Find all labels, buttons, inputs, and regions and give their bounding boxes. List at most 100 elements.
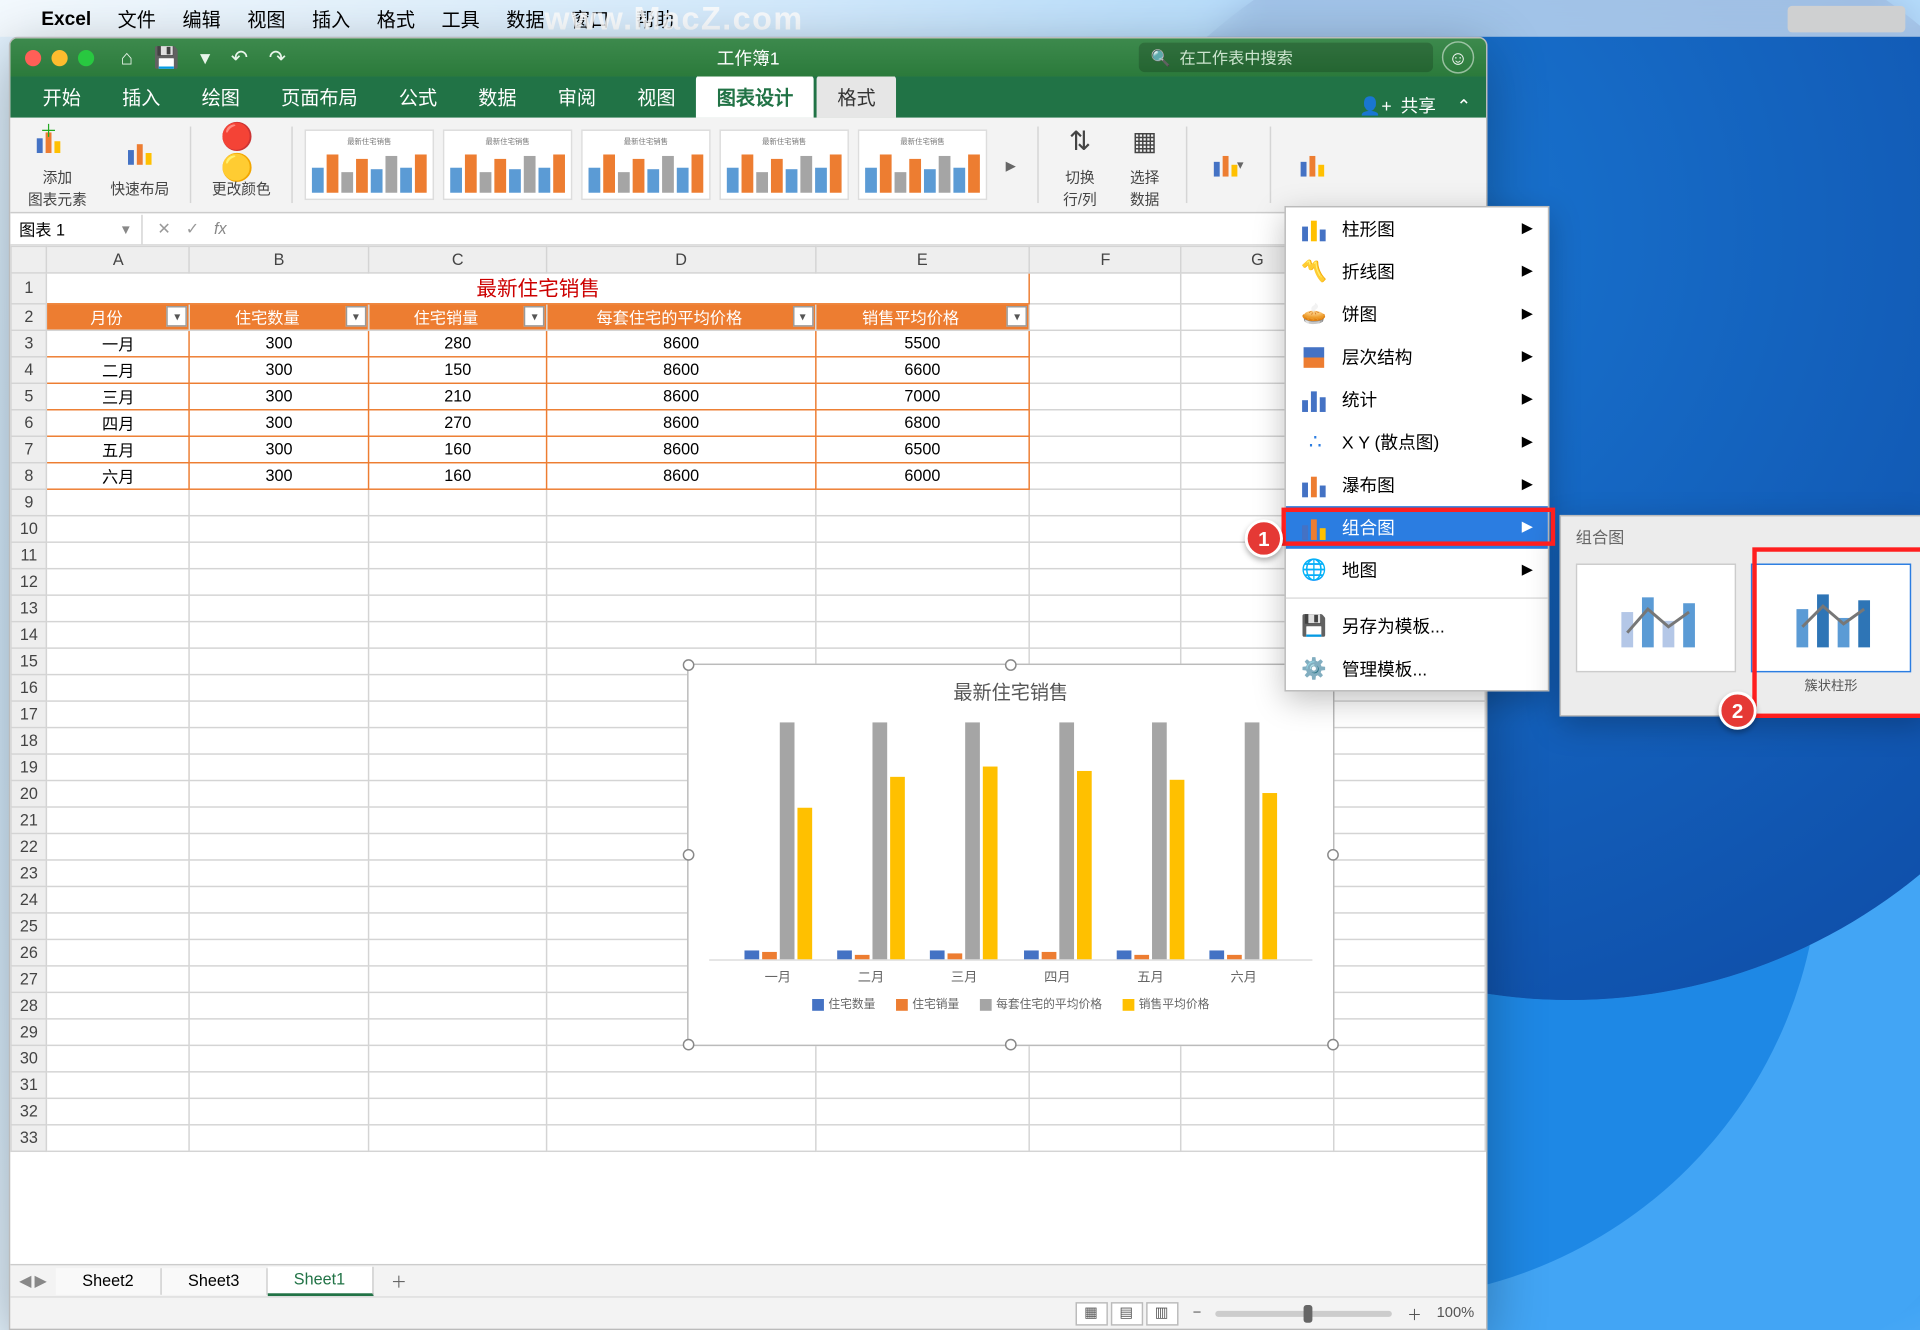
row-header[interactable]: 20 xyxy=(11,781,47,807)
table-cell[interactable]: 五月 xyxy=(47,436,190,462)
row-header[interactable]: 12 xyxy=(11,569,47,595)
chart-bar[interactable] xyxy=(779,722,794,960)
empty-cell[interactable] xyxy=(47,1019,190,1045)
table-cell[interactable]: 160 xyxy=(368,436,547,462)
empty-cell[interactable] xyxy=(190,1072,369,1098)
manage-templates-item[interactable]: ⚙️管理模板... xyxy=(1286,647,1548,690)
tab-insert[interactable]: 插入 xyxy=(102,75,181,118)
table-cell[interactable]: 300 xyxy=(190,436,369,462)
empty-cell[interactable] xyxy=(47,860,190,886)
empty-cell[interactable] xyxy=(547,1072,815,1098)
chart-category-group[interactable]: 二月 xyxy=(832,711,910,960)
empty-cell[interactable] xyxy=(47,939,190,965)
empty-cell[interactable] xyxy=(190,1019,369,1045)
chart-bar[interactable] xyxy=(744,951,759,959)
table-cell[interactable]: 8600 xyxy=(547,436,815,462)
row-header[interactable]: 14 xyxy=(11,622,47,648)
search-field[interactable]: 🔍 在工作表中搜索 xyxy=(1139,43,1433,72)
empty-cell[interactable] xyxy=(1181,1098,1333,1124)
menu-tools[interactable]: 工具 xyxy=(441,4,479,32)
row-header[interactable]: 2 xyxy=(11,304,47,330)
empty-cell[interactable] xyxy=(47,807,190,833)
empty-cell[interactable] xyxy=(47,1072,190,1098)
chart-type-item[interactable]: 〽️ 折线图 ▶ xyxy=(1286,250,1548,293)
empty-cell[interactable] xyxy=(190,939,369,965)
add-sheet-button[interactable]: ＋ xyxy=(373,1265,424,1297)
empty-cell[interactable] xyxy=(1333,781,1485,807)
add-chart-element-button[interactable]: ＋ 添加 图表元素 xyxy=(19,118,96,212)
empty-cell[interactable] xyxy=(368,992,547,1018)
tab-format[interactable]: 格式 xyxy=(817,75,896,118)
zoom-value[interactable]: 100% xyxy=(1437,1305,1475,1321)
table-cell[interactable]: 6000 xyxy=(815,463,1029,489)
filter-icon[interactable]: ▾ xyxy=(346,306,367,327)
menu-file[interactable]: 文件 xyxy=(118,4,156,32)
embedded-chart[interactable]: 最新住宅销售 一月二月三月四月五月六月 住宅数量 住宅销量 每套住宅的平均价格 … xyxy=(687,664,1334,1047)
empty-cell[interactable] xyxy=(190,701,369,727)
empty-cell[interactable] xyxy=(190,622,369,648)
empty-cell[interactable] xyxy=(190,1098,369,1124)
select-data-button[interactable]: ▦ 选择 数据 xyxy=(1115,118,1174,212)
empty-cell[interactable] xyxy=(47,754,190,780)
chart-type-item[interactable]: 柱形图 ▶ xyxy=(1286,207,1548,250)
chart-bar[interactable] xyxy=(797,807,812,959)
table-cell[interactable]: 8600 xyxy=(547,357,815,383)
menu-edit[interactable]: 编辑 xyxy=(182,4,220,32)
empty-cell[interactable] xyxy=(190,1045,369,1071)
table-header-cell[interactable]: 销售平均价格▾ xyxy=(815,304,1029,330)
empty-cell[interactable] xyxy=(1333,966,1485,992)
empty-cell[interactable] xyxy=(190,675,369,701)
empty-cell[interactable] xyxy=(547,1125,815,1151)
empty-cell[interactable] xyxy=(1030,1125,1182,1151)
empty-cell[interactable] xyxy=(368,860,547,886)
empty-cell[interactable] xyxy=(1333,833,1485,859)
empty-cell[interactable] xyxy=(815,622,1029,648)
change-colors-button[interactable]: 🔴🟡 更改颜色 xyxy=(203,129,280,201)
table-cell[interactable]: 一月 xyxy=(47,330,190,356)
legend-item[interactable]: 销售平均价格 xyxy=(1123,996,1210,1012)
empty-cell[interactable] xyxy=(47,489,190,515)
table-cell[interactable]: 二月 xyxy=(47,357,190,383)
empty-cell[interactable] xyxy=(815,569,1029,595)
chart-style-1[interactable]: 最新住宅销售 xyxy=(305,129,434,200)
empty-cell[interactable] xyxy=(1333,939,1485,965)
chart-style-2[interactable]: 最新住宅销售 xyxy=(443,129,572,200)
empty-cell[interactable] xyxy=(368,1125,547,1151)
empty-cell[interactable] xyxy=(547,569,815,595)
chart-bar[interactable] xyxy=(872,722,887,960)
empty-cell[interactable] xyxy=(547,1045,815,1071)
empty-cell[interactable] xyxy=(47,675,190,701)
worksheet-grid[interactable]: ABCDEFGH1最新住宅销售2月份▾住宅数量▾住宅销量▾每套住宅的平均价格▾销… xyxy=(10,246,1486,1264)
row-header[interactable]: 15 xyxy=(11,648,47,674)
change-chart-type-button[interactable]: ▾ xyxy=(1199,141,1258,188)
empty-cell[interactable] xyxy=(190,754,369,780)
tab-view[interactable]: 视图 xyxy=(617,75,696,118)
chart-bar[interactable] xyxy=(762,952,777,960)
chart-plot-area[interactable]: 一月二月三月四月五月六月 xyxy=(709,711,1312,961)
row-header[interactable]: 33 xyxy=(11,1125,47,1151)
empty-cell[interactable] xyxy=(547,595,815,621)
table-cell[interactable]: 三月 xyxy=(47,383,190,409)
empty-cell[interactable] xyxy=(368,939,547,965)
empty-cell[interactable] xyxy=(190,516,369,542)
empty-cell[interactable] xyxy=(815,1125,1029,1151)
save-icon[interactable]: 💾 xyxy=(154,45,180,70)
empty-cell[interactable] xyxy=(47,1098,190,1124)
resize-handle[interactable] xyxy=(1327,849,1339,861)
empty-cell[interactable] xyxy=(1333,1125,1485,1151)
table-cell[interactable]: 270 xyxy=(368,410,547,436)
move-chart-button[interactable] xyxy=(1283,141,1342,188)
table-cell[interactable]: 300 xyxy=(190,330,369,356)
empty-cell[interactable] xyxy=(1181,1072,1333,1098)
empty-cell[interactable] xyxy=(190,833,369,859)
chart-type-item[interactable]: 组合图 ▶ xyxy=(1286,506,1548,549)
row-header[interactable]: 32 xyxy=(11,1098,47,1124)
row-header[interactable]: 7 xyxy=(11,436,47,462)
row-header[interactable]: 16 xyxy=(11,675,47,701)
empty-cell[interactable] xyxy=(1030,595,1182,621)
tab-draw[interactable]: 绘图 xyxy=(181,75,260,118)
empty-cell[interactable] xyxy=(1030,1072,1182,1098)
empty-cell[interactable] xyxy=(47,781,190,807)
chart-bar[interactable] xyxy=(890,777,905,959)
chart-category-group[interactable]: 五月 xyxy=(1111,711,1189,960)
